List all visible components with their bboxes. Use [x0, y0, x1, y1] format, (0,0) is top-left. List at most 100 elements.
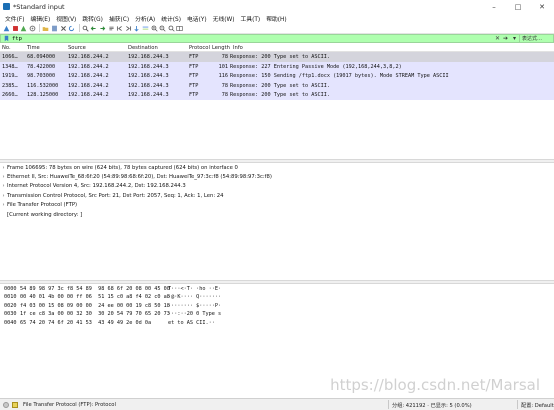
cell-destination: 192.168.244.3: [128, 82, 169, 89]
clear-filter-icon[interactable]: ✕: [494, 35, 501, 42]
column-header-source[interactable]: Source: [68, 45, 128, 51]
detail-text: [Current working directory: ]: [7, 211, 83, 218]
expand-arrow-icon[interactable]: ›: [0, 174, 7, 180]
menu-view[interactable]: 视图(V): [53, 14, 79, 23]
menu-file[interactable]: 文件(F): [2, 14, 27, 23]
resize-columns-icon[interactable]: [176, 25, 183, 32]
byte-hex[interactable]: f4 03 00 15 08 09 00 00 24 ee 00 00 19 c…: [20, 303, 170, 309]
zoom-in-icon[interactable]: [151, 25, 158, 32]
autoscroll-icon[interactable]: [133, 25, 140, 32]
cell-length: 78: [221, 92, 228, 98]
detail-row-ipv4[interactable]: › Internet Protocol Version 4, Src: 192.…: [0, 182, 554, 191]
expert-info-icon[interactable]: [3, 401, 9, 408]
cell-protocol: FTP: [189, 63, 199, 70]
last-packet-icon[interactable]: [125, 25, 132, 32]
expand-arrow-icon[interactable]: ›: [0, 202, 7, 208]
open-file-icon[interactable]: [42, 25, 49, 32]
expand-arrow-icon[interactable]: ›: [0, 193, 7, 199]
find-packet-icon[interactable]: [82, 25, 89, 32]
column-header-length[interactable]: Length: [212, 45, 230, 51]
menu-statistics[interactable]: 统计(S): [158, 14, 184, 23]
bytes-row: 0000 54 89 98 97 3c f8 54 89 98 68 6f 20…: [0, 284, 554, 293]
detail-text: Internet Protocol Version 4, Src: 192.16…: [7, 183, 186, 190]
cell-time: 116.532000: [27, 82, 59, 89]
detail-text: Transmission Control Protocol, Src Port:…: [7, 192, 224, 199]
cell-source: 192.168.244.2: [68, 73, 109, 79]
column-header-protocol[interactable]: Protocol: [189, 45, 211, 51]
menu-wireless[interactable]: 无线(W): [210, 14, 238, 23]
filter-history-dropdown-icon[interactable]: ▾: [510, 35, 519, 42]
minimize-button[interactable]: –: [482, 0, 506, 13]
title-bar: *Standard input – □ ✕: [0, 0, 554, 13]
column-header-destination[interactable]: Destination: [128, 45, 188, 51]
cell-length: 78: [221, 82, 228, 89]
cell-protocol: FTP: [189, 54, 199, 60]
expand-arrow-icon[interactable]: ›: [0, 165, 7, 171]
wireshark-fin-icon: [3, 3, 10, 10]
byte-ascii[interactable]: ········ $·····P·: [168, 303, 221, 309]
cell-destination: 192.168.244.3: [128, 73, 169, 79]
menu-capture[interactable]: 捕获(C): [106, 14, 132, 23]
column-header-time[interactable]: Time: [27, 45, 67, 51]
menu-edit[interactable]: 编辑(E): [27, 14, 53, 23]
go-back-icon[interactable]: [90, 25, 97, 32]
packet-row[interactable]: 1348… 78.422000 192.168.244.2 192.168.24…: [0, 61, 554, 71]
cell-info: Response: 200 Type set to ASCII.: [230, 82, 330, 89]
close-button[interactable]: ✕: [530, 0, 554, 13]
detail-text: File Transfer Protocol (FTP): [7, 202, 78, 209]
detail-row-ftp[interactable]: › File Transfer Protocol (FTP): [0, 201, 554, 210]
go-to-packet-icon[interactable]: [108, 25, 115, 32]
detail-row-working-directory[interactable]: [Current working directory: ]: [0, 210, 554, 219]
byte-hex[interactable]: 65 74 20 74 6f 20 41 53 43 49 49 2e 0d 0…: [20, 320, 151, 326]
capture-options-icon[interactable]: [29, 25, 36, 32]
byte-ascii[interactable]: ···:··20 0 Type s: [168, 311, 221, 317]
byte-ascii[interactable]: T···<·T· ·ho ··E·: [168, 286, 221, 292]
expression-button[interactable]: 表达式…: [519, 35, 553, 42]
stop-capture-icon[interactable]: [12, 25, 19, 32]
cell-time: 98.703000: [27, 73, 56, 79]
apply-filter-icon[interactable]: ➔: [501, 35, 510, 42]
byte-hex[interactable]: 1f ce c8 3a 00 00 32 30 30 20 54 79 70 6…: [20, 311, 170, 317]
cell-protocol: FTP: [189, 92, 199, 98]
expand-arrow-icon[interactable]: ›: [0, 183, 7, 189]
start-capture-icon[interactable]: [3, 25, 10, 32]
save-file-icon[interactable]: [51, 25, 58, 32]
bookmark-icon[interactable]: [3, 35, 10, 42]
zoom-out-icon[interactable]: [159, 25, 166, 32]
cell-protocol: FTP: [189, 82, 199, 89]
detail-row-tcp[interactable]: › Transmission Control Protocol, Src Por…: [0, 191, 554, 200]
packet-row[interactable]: 1919… 98.703000 192.168.244.2 192.168.24…: [0, 71, 554, 81]
byte-ascii[interactable]: ·@·K···· Q·······: [168, 294, 221, 300]
detail-row-frame[interactable]: › Frame 106695: 78 bytes on wire (624 bi…: [0, 163, 554, 172]
menu-tools[interactable]: 工具(T): [238, 14, 264, 23]
column-header-no[interactable]: No.: [2, 45, 26, 51]
column-header-info[interactable]: Info: [233, 45, 553, 51]
maximize-button[interactable]: □: [506, 0, 530, 13]
status-profile[interactable]: 配置: Default: [521, 402, 554, 409]
first-packet-icon[interactable]: [116, 25, 123, 32]
detail-row-ethernet[interactable]: › Ethernet II, Src: HuaweiTe_68:6f:20 (5…: [0, 172, 554, 181]
detail-text: Frame 106695: 78 bytes on wire (624 bits…: [7, 164, 238, 171]
byte-hex[interactable]: 00 40 01 4b 00 00 ff 06 51 15 c0 a8 f4 0…: [20, 294, 170, 300]
normal-size-icon[interactable]: [168, 25, 175, 32]
menu-go[interactable]: 跳转(G): [79, 14, 106, 23]
byte-ascii[interactable]: et to AS CII.··: [168, 320, 215, 326]
close-file-icon[interactable]: [60, 25, 67, 32]
packet-row[interactable]: 1066… 68.094000 192.168.244.2 192.168.24…: [0, 52, 554, 62]
packet-row[interactable]: 2660… 128.125000 192.168.244.2 192.168.2…: [0, 90, 554, 100]
capture-comment-icon[interactable]: [12, 401, 18, 408]
restart-capture-icon[interactable]: [20, 25, 27, 32]
byte-offset: 0010: [4, 294, 17, 301]
menu-help[interactable]: 帮助(H): [263, 14, 289, 23]
reload-file-icon[interactable]: [68, 25, 75, 32]
menu-telephony[interactable]: 电话(Y): [184, 14, 210, 23]
window-controls: – □ ✕: [482, 0, 554, 13]
menu-bar: 文件(F) 编辑(E) 视图(V) 跳转(G) 捕获(C) 分析(A) 统计(S…: [0, 13, 554, 23]
cell-protocol: FTP: [189, 73, 199, 79]
colorize-icon[interactable]: [142, 25, 149, 32]
display-filter-input[interactable]: ftp: [12, 36, 494, 42]
byte-hex[interactable]: 54 89 98 97 3c f8 54 89 98 68 6f 20 08 0…: [20, 286, 170, 292]
packet-row[interactable]: 2385… 116.532000 192.168.244.2 192.168.2…: [0, 80, 554, 90]
go-forward-icon[interactable]: [99, 25, 106, 32]
menu-analyze[interactable]: 分析(A): [132, 14, 158, 23]
